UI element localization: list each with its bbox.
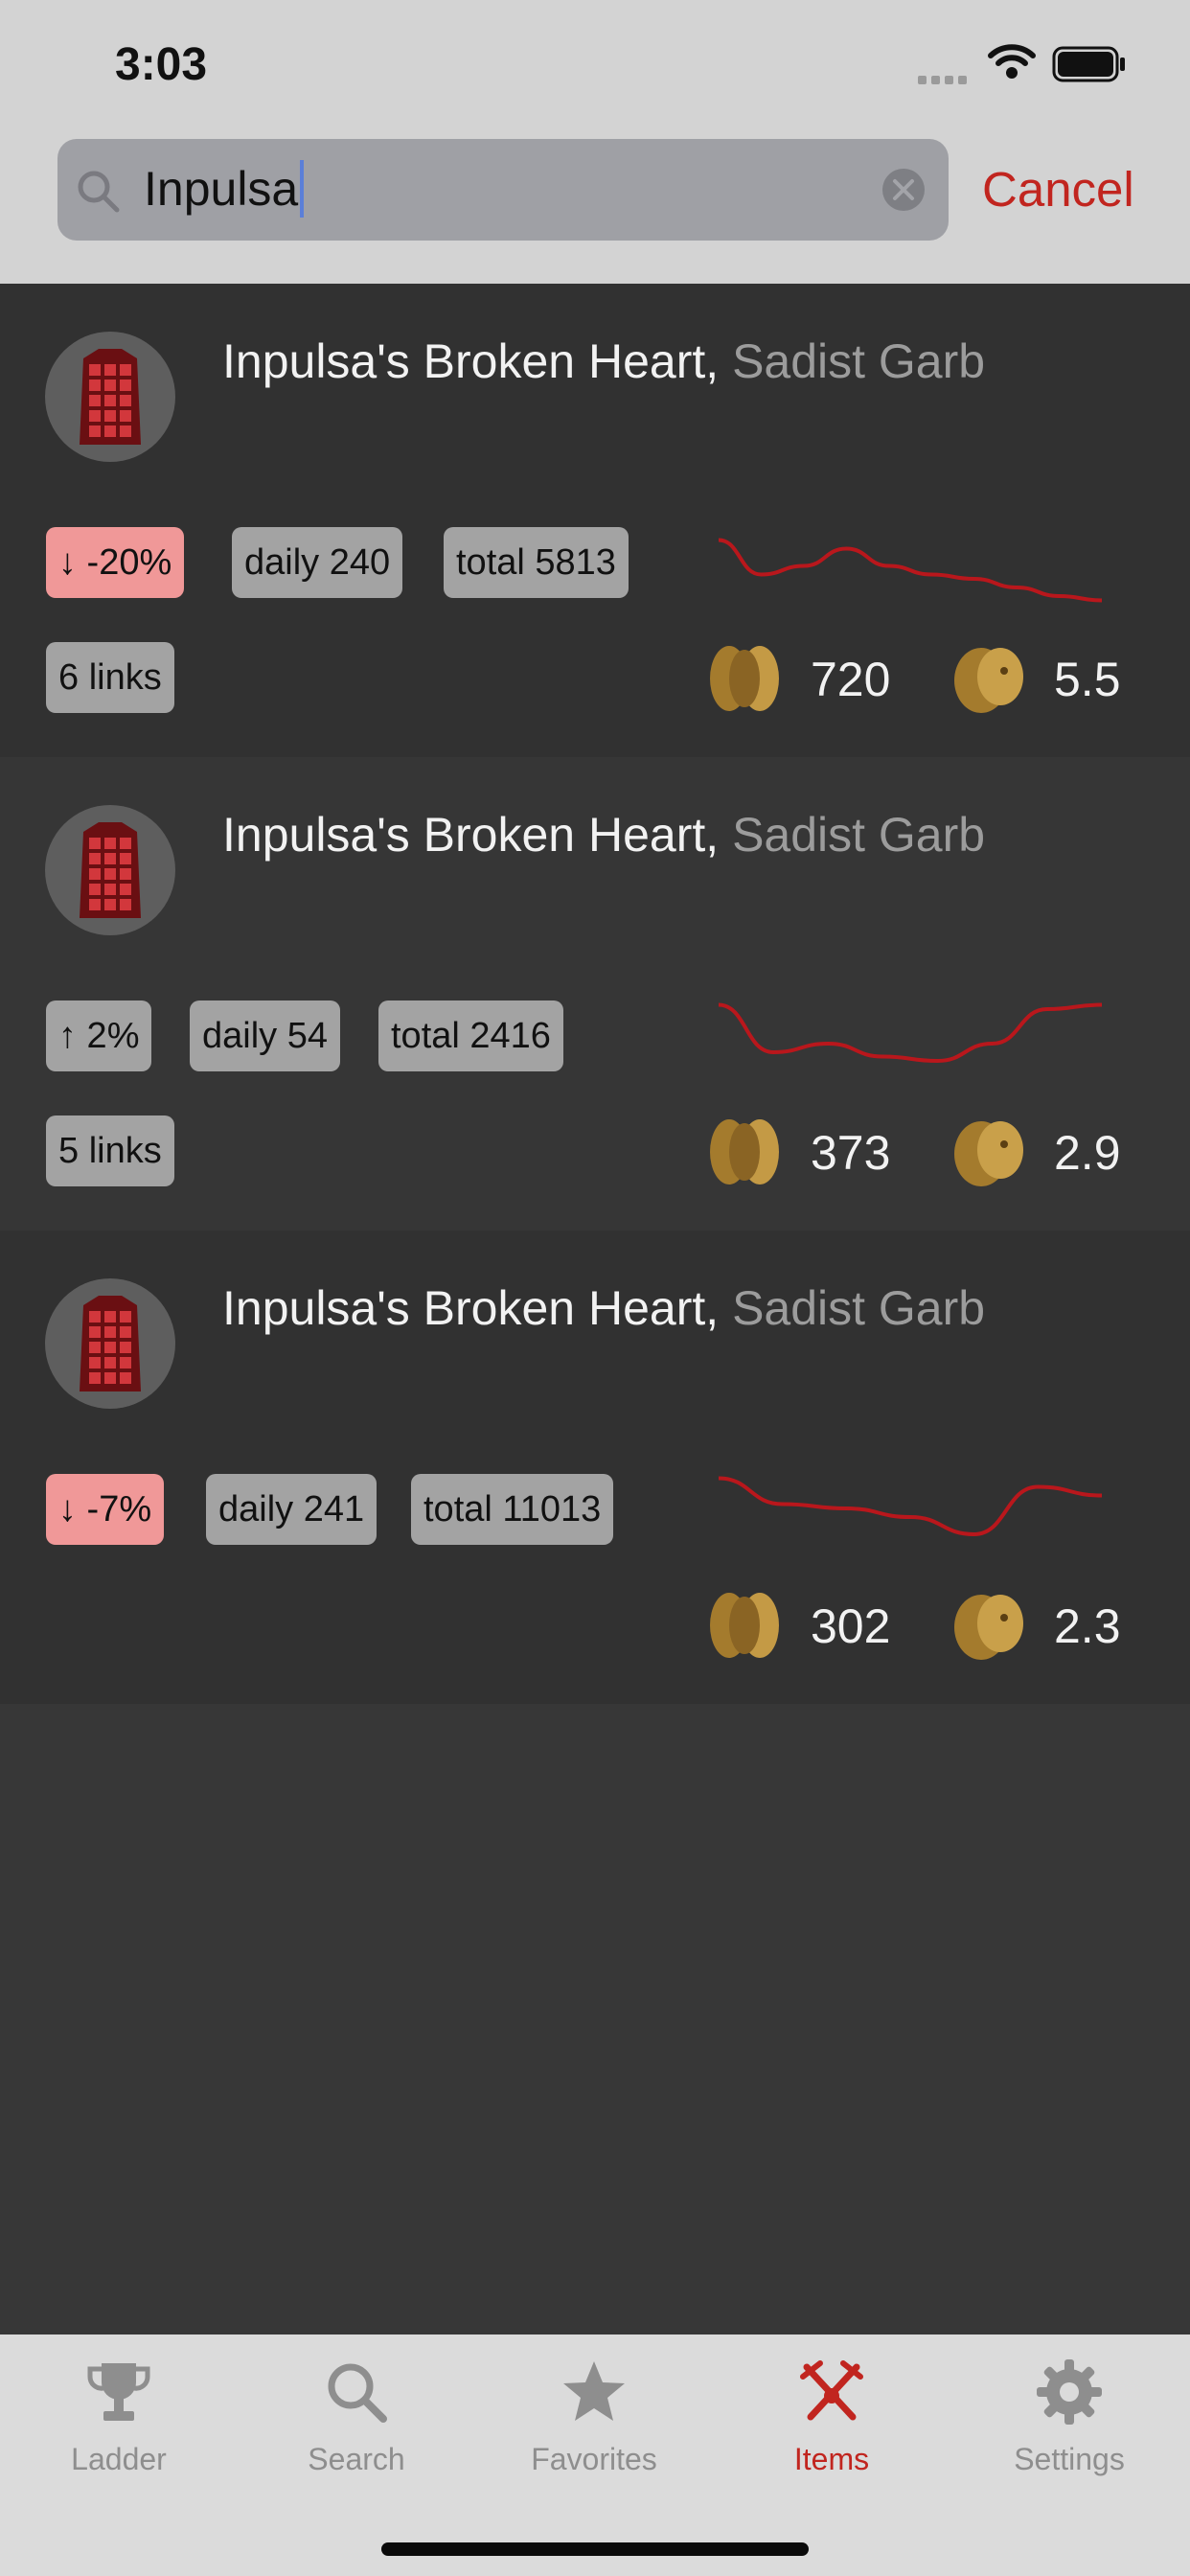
status-time: 3:03 bbox=[115, 39, 208, 90]
item-title: Inpulsa's Broken Heart, Sadist Garb bbox=[222, 334, 985, 389]
item-name: Inpulsa's Broken Heart bbox=[222, 808, 706, 862]
tab-label: Items bbox=[793, 2442, 870, 2476]
cancel-button[interactable]: Cancel bbox=[982, 161, 1134, 218]
divine-orb-icon bbox=[710, 646, 779, 711]
change-badge: ↓ -7% bbox=[46, 1474, 165, 1545]
exalted-orb-icon bbox=[954, 1595, 1023, 1660]
tab-label: Ladder bbox=[71, 2442, 167, 2476]
links-badge: 5 links bbox=[46, 1116, 174, 1186]
item-image bbox=[45, 332, 175, 462]
price-divine: 373 bbox=[811, 1126, 891, 1180]
total-badge: total 5813 bbox=[444, 527, 629, 598]
search-icon bbox=[328, 2363, 387, 2423]
trophy-icon bbox=[87, 2363, 150, 2421]
price-divine: 302 bbox=[811, 1599, 891, 1653]
divine-orb-icon bbox=[710, 1119, 779, 1184]
daily-badge: daily 240 bbox=[232, 527, 403, 598]
crossed-swords-icon bbox=[800, 2360, 863, 2421]
tab-settings[interactable]: Settings bbox=[950, 2334, 1188, 2507]
daily-badge: daily 241 bbox=[206, 1474, 378, 1545]
exalted-orb-icon bbox=[954, 648, 1023, 713]
price-chaos: 5.5 bbox=[1054, 653, 1121, 706]
sparkline-path bbox=[718, 538, 1103, 603]
tab-search[interactable]: Search bbox=[238, 2334, 475, 2507]
item-row[interactable]: Inpulsa's Broken Heart, Sadist Garb ↑ 2%… bbox=[0, 757, 1190, 1230]
item-base-type: Sadist Garb bbox=[732, 334, 986, 388]
home-indicator bbox=[381, 2542, 809, 2556]
links-badge: 6 links bbox=[46, 642, 174, 713]
item-title: Inpulsa's Broken Heart, Sadist Garb bbox=[222, 1280, 985, 1336]
tab-favorites[interactable]: Favorites bbox=[475, 2334, 713, 2507]
price-chaos: 2.9 bbox=[1054, 1126, 1121, 1180]
total-badge: total 11013 bbox=[411, 1474, 614, 1545]
tab-ladder[interactable]: Ladder bbox=[0, 2334, 238, 2507]
change-badge: ↑ 2% bbox=[46, 1000, 152, 1071]
item-image bbox=[45, 1278, 175, 1409]
search-input[interactable]: Inpulsa bbox=[144, 160, 305, 218]
change-badge: ↓ -20% bbox=[46, 527, 185, 598]
item-name: Inpulsa's Broken Heart bbox=[222, 1281, 706, 1335]
divine-orb-icon bbox=[710, 1593, 779, 1658]
exalted-orb-icon bbox=[954, 1121, 1023, 1186]
battery-icon bbox=[1052, 46, 1125, 82]
item-row[interactable]: Inpulsa's Broken Heart, Sadist Garb ↓ -7… bbox=[0, 1230, 1190, 1704]
daily-badge: daily 54 bbox=[190, 1000, 340, 1071]
clear-icon[interactable] bbox=[880, 166, 927, 214]
tab-label: Search bbox=[308, 2442, 405, 2476]
tab-items[interactable]: Items bbox=[713, 2334, 950, 2507]
total-badge: total 2416 bbox=[378, 1000, 563, 1071]
item-image bbox=[45, 805, 175, 935]
cellular-signal-icon bbox=[918, 72, 972, 84]
price-sparkline bbox=[718, 538, 1103, 603]
item-row[interactable]: Inpulsa's Broken Heart, Sadist Garb ↓ -2… bbox=[0, 284, 1190, 757]
tab-label: Settings bbox=[1014, 2442, 1125, 2476]
price-sparkline bbox=[718, 1476, 1103, 1537]
item-base-type: Sadist Garb bbox=[732, 1281, 986, 1335]
item-base-type: Sadist Garb bbox=[732, 808, 986, 862]
item-title: Inpulsa's Broken Heart, Sadist Garb bbox=[222, 807, 985, 862]
star-icon bbox=[563, 2361, 625, 2421]
header: 3:03 Inpulsa Cancel bbox=[0, 0, 1190, 284]
price-divine: 720 bbox=[811, 653, 891, 706]
title-separator: , bbox=[705, 808, 720, 862]
sparkline-path bbox=[718, 1002, 1103, 1064]
wifi-icon bbox=[988, 44, 1036, 79]
sparkline-path bbox=[718, 1476, 1103, 1537]
price-chaos: 2.3 bbox=[1054, 1599, 1121, 1653]
item-name: Inpulsa's Broken Heart bbox=[222, 334, 706, 388]
price-sparkline bbox=[718, 1002, 1103, 1064]
tab-label: Favorites bbox=[531, 2442, 657, 2476]
search-field[interactable]: Inpulsa bbox=[57, 139, 949, 241]
title-separator: , bbox=[705, 334, 720, 388]
gear-icon bbox=[1037, 2359, 1102, 2425]
tab-bar: Ladder Search Favorites Items Settings bbox=[0, 2334, 1190, 2576]
title-separator: , bbox=[705, 1281, 720, 1335]
search-icon bbox=[78, 171, 120, 213]
